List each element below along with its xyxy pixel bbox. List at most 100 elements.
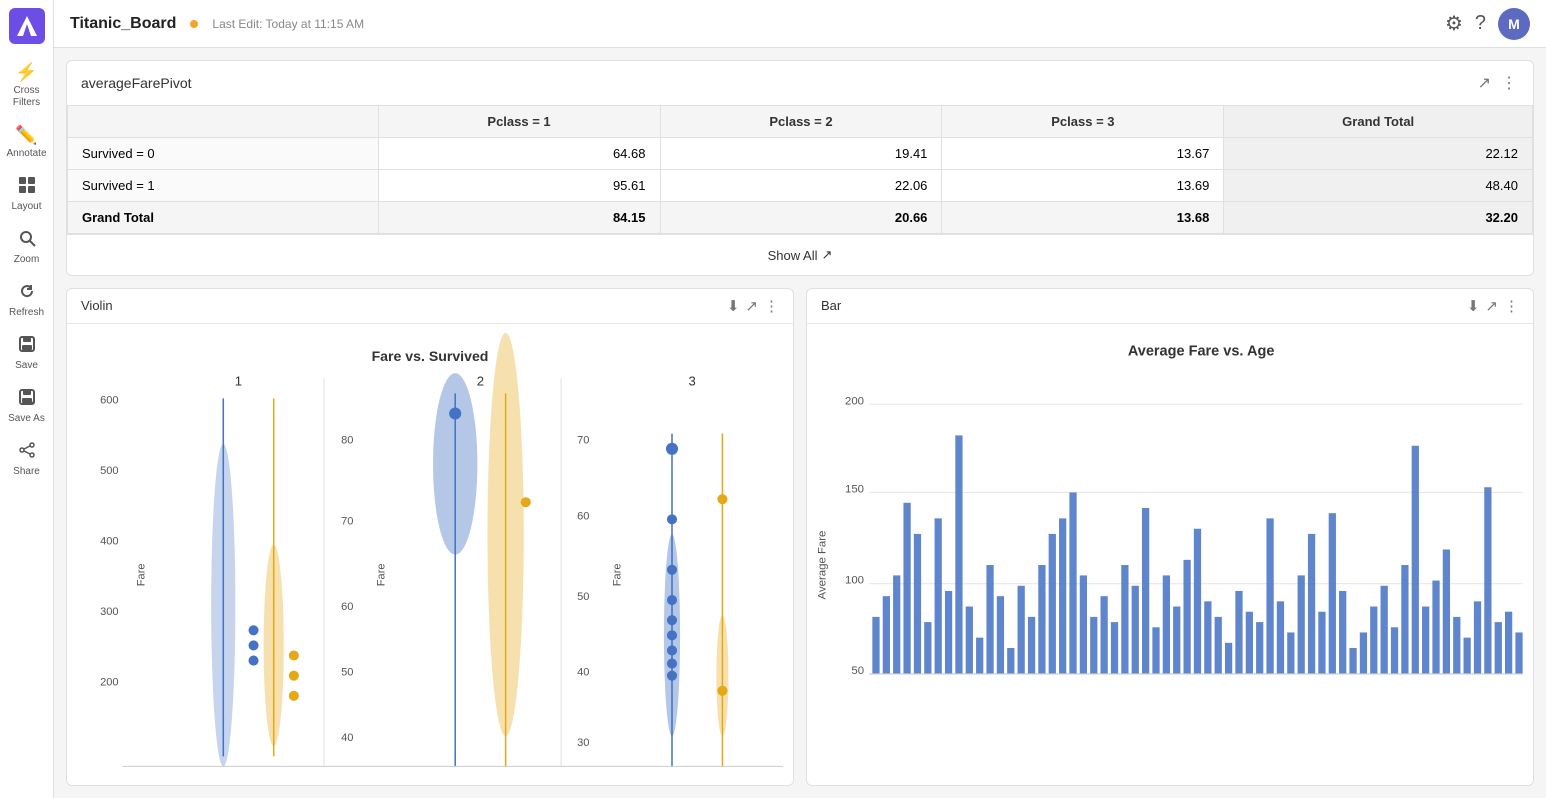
svg-text:3: 3 (689, 373, 696, 388)
pivot-row-2-pclass3: 13.68 (942, 202, 1224, 234)
pivot-header-grand-total: Grand Total (1224, 106, 1533, 138)
pivot-row-0-pclass3: 13.67 (942, 138, 1224, 170)
violin-chart-body: Fare vs. Survived 600 500 400 300 200 1 (67, 324, 793, 785)
zoom-icon (18, 229, 36, 252)
pivot-panel: averageFarePivot ↗ ⋮ Pclass = 1 Pclass =… (66, 60, 1534, 276)
avatar[interactable]: M (1498, 8, 1530, 40)
app-logo[interactable] (9, 8, 45, 44)
charts-row: Violin ⬇ ↗ ⋮ Fare vs. Survived 600 500 (66, 288, 1534, 786)
save-as-icon: + (18, 388, 36, 411)
svg-text:30: 30 (577, 737, 589, 749)
svg-text:Fare: Fare (136, 563, 148, 586)
pivot-row-1-pclass3: 13.69 (942, 170, 1224, 202)
bar-svg: Average Fare vs. Age 200 150 100 50 Aver… (807, 324, 1533, 785)
annotate-icon: ✏️ (15, 125, 37, 146)
sidebar-item-label-refresh: Refresh (9, 307, 44, 319)
violin-chart-actions: ⬇ ↗ ⋮ (727, 297, 779, 315)
cross-filters-icon: ⚡ (15, 62, 37, 83)
sidebar-item-save-as[interactable]: + Save As (3, 382, 51, 431)
main-content: Titanic_Board Last Edit: Today at 11:15 … (54, 0, 1546, 798)
pivot-more-button[interactable]: ⋮ (1499, 71, 1519, 95)
pivot-external-link-button[interactable]: ↗ (1476, 71, 1493, 95)
svg-text:100: 100 (845, 574, 864, 586)
sidebar-item-annotate[interactable]: ✏️ Annotate (3, 119, 51, 166)
pivot-panel-header: averageFarePivot ↗ ⋮ (67, 61, 1533, 105)
sidebar-item-layout[interactable]: Layout (3, 170, 51, 219)
pivot-row-1-grand: 48.40 (1224, 170, 1533, 202)
svg-text:70: 70 (341, 515, 353, 527)
show-all-bar: Show All ↗ (67, 234, 1533, 275)
sidebar-item-label-layout: Layout (11, 201, 41, 213)
pivot-row-2-pclass1: 84.15 (378, 202, 660, 234)
sidebar-item-refresh[interactable]: Refresh (3, 276, 51, 325)
violin-download-button[interactable]: ⬇ (727, 297, 740, 315)
pivot-row-1-pclass2: 22.06 (660, 170, 942, 202)
pivot-header-row-label (68, 106, 379, 138)
svg-text:60: 60 (577, 510, 589, 522)
violin-chart-header: Violin ⬇ ↗ ⋮ (67, 289, 793, 324)
pivot-row-label-2: Grand Total (68, 202, 379, 234)
page-title: Titanic_Board (70, 15, 176, 33)
bar-external-link-button[interactable]: ↗ (1485, 297, 1498, 315)
table-row: Survived = 1 95.61 22.06 13.69 48.40 (68, 170, 1533, 202)
help-icon[interactable]: ? (1475, 12, 1486, 35)
svg-text:50: 50 (577, 591, 589, 603)
table-row: Survived = 0 64.68 19.41 13.67 22.12 (68, 138, 1533, 170)
svg-text:Average Fare: Average Fare (817, 530, 829, 599)
bar-download-button[interactable]: ⬇ (1467, 297, 1480, 315)
sidebar-item-label-share: Share (13, 466, 40, 478)
pivot-row-1-pclass1: 95.61 (378, 170, 660, 202)
sidebar-item-share[interactable]: Share (3, 435, 51, 484)
sidebar-item-label-zoom: Zoom (14, 254, 40, 266)
bar-chart-panel: Bar ⬇ ↗ ⋮ Average Fare vs. Age 200 150 (806, 288, 1534, 786)
sidebar-item-cross-filters[interactable]: ⚡ Cross Filters (3, 56, 51, 115)
table-row: Grand Total 84.15 20.66 13.68 32.20 (68, 202, 1533, 234)
svg-text:200: 200 (845, 395, 864, 407)
pivot-header-pclass2: Pclass = 2 (660, 106, 942, 138)
save-icon (18, 335, 36, 358)
svg-text:40: 40 (577, 666, 589, 678)
svg-text:600: 600 (100, 394, 118, 406)
svg-text:80: 80 (341, 434, 353, 446)
sidebar-item-label-cross-filters: Cross Filters (7, 85, 47, 109)
refresh-icon (18, 282, 36, 305)
pivot-title: averageFarePivot (81, 75, 1468, 91)
svg-text:150: 150 (845, 483, 864, 495)
violin-more-button[interactable]: ⋮ (764, 297, 779, 315)
sidebar-item-save[interactable]: Save (3, 329, 51, 378)
pivot-row-2-grand: 32.20 (1224, 202, 1533, 234)
bar-chart-actions: ⬇ ↗ ⋮ (1467, 297, 1519, 315)
svg-text:60: 60 (341, 601, 353, 613)
svg-text:1: 1 (235, 373, 242, 388)
pivot-row-2-pclass2: 20.66 (660, 202, 942, 234)
layout-icon (18, 176, 36, 199)
violin-chart-title: Fare vs. Survived (372, 348, 489, 364)
pivot-row-label-1: Survived = 1 (68, 170, 379, 202)
svg-text:500: 500 (100, 465, 118, 477)
bar-chart-header: Bar ⬇ ↗ ⋮ (807, 289, 1533, 324)
pivot-row-0-pclass2: 19.41 (660, 138, 942, 170)
show-all-button[interactable]: Show All ↗ (768, 247, 833, 263)
edit-status-dot (190, 20, 198, 28)
settings-icon[interactable]: ⚙ (1445, 11, 1463, 36)
sidebar-item-zoom[interactable]: Zoom (3, 223, 51, 272)
svg-text:400: 400 (100, 535, 118, 547)
bar-more-button[interactable]: ⋮ (1504, 297, 1519, 315)
svg-text:+: + (31, 400, 35, 406)
pivot-row-0-pclass1: 64.68 (378, 138, 660, 170)
svg-text:40: 40 (341, 732, 353, 744)
violin-chart-panel: Violin ⬇ ↗ ⋮ Fare vs. Survived 600 500 (66, 288, 794, 786)
pivot-panel-actions: ↗ ⋮ (1476, 71, 1519, 95)
svg-text:300: 300 (100, 606, 118, 618)
violin-panel-label: Violin (81, 298, 727, 313)
violin-external-link-button[interactable]: ↗ (745, 297, 758, 315)
pivot-row-0-grand: 22.12 (1224, 138, 1533, 170)
pivot-row-label-0: Survived = 0 (68, 138, 379, 170)
sidebar: ⚡ Cross Filters ✏️ Annotate Layout Zoom (0, 0, 54, 798)
svg-text:70: 70 (577, 434, 589, 446)
show-all-icon: ↗ (821, 247, 832, 263)
pivot-header-pclass1: Pclass = 1 (378, 106, 660, 138)
last-edit-label: Last Edit: Today at 11:15 AM (212, 17, 364, 31)
bar-panel-label: Bar (821, 298, 1467, 313)
topbar-right: ⚙ ? M (1445, 8, 1530, 40)
